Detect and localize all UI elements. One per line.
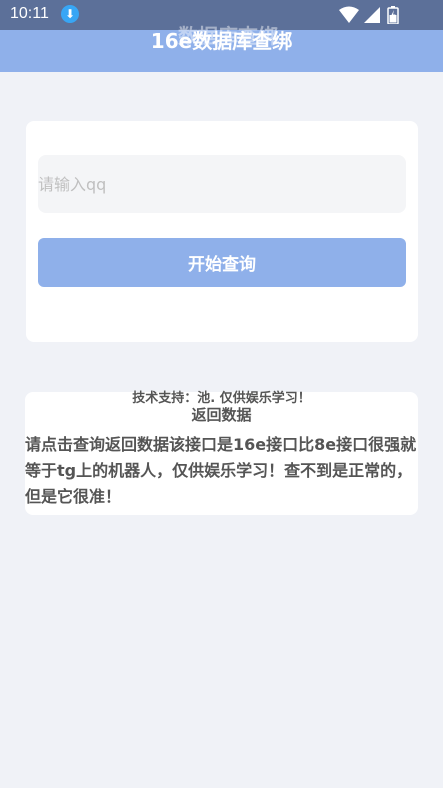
battery-icon <box>387 6 399 24</box>
status-time: 10:11 <box>10 5 49 22</box>
wifi-icon <box>339 6 359 23</box>
app-bar: 数据库查绑 16e数据库查绑 <box>0 24 443 72</box>
qq-input[interactable] <box>38 155 406 213</box>
result-title: 返回数据 <box>191 406 252 424</box>
page-title: 16e数据库查绑 <box>150 29 293 53</box>
start-query-button[interactable]: 开始查询 <box>38 238 406 287</box>
query-card: 开始查询 <box>26 121 418 342</box>
signal-icon <box>364 7 380 23</box>
system-icons <box>339 6 409 24</box>
download-arrow-icon: ⬇ <box>61 5 79 23</box>
result-text: 请点击查询返回数据该接口是16e接口比8e接口很强就等于tg上的机器人，仅供娱乐… <box>25 435 417 506</box>
